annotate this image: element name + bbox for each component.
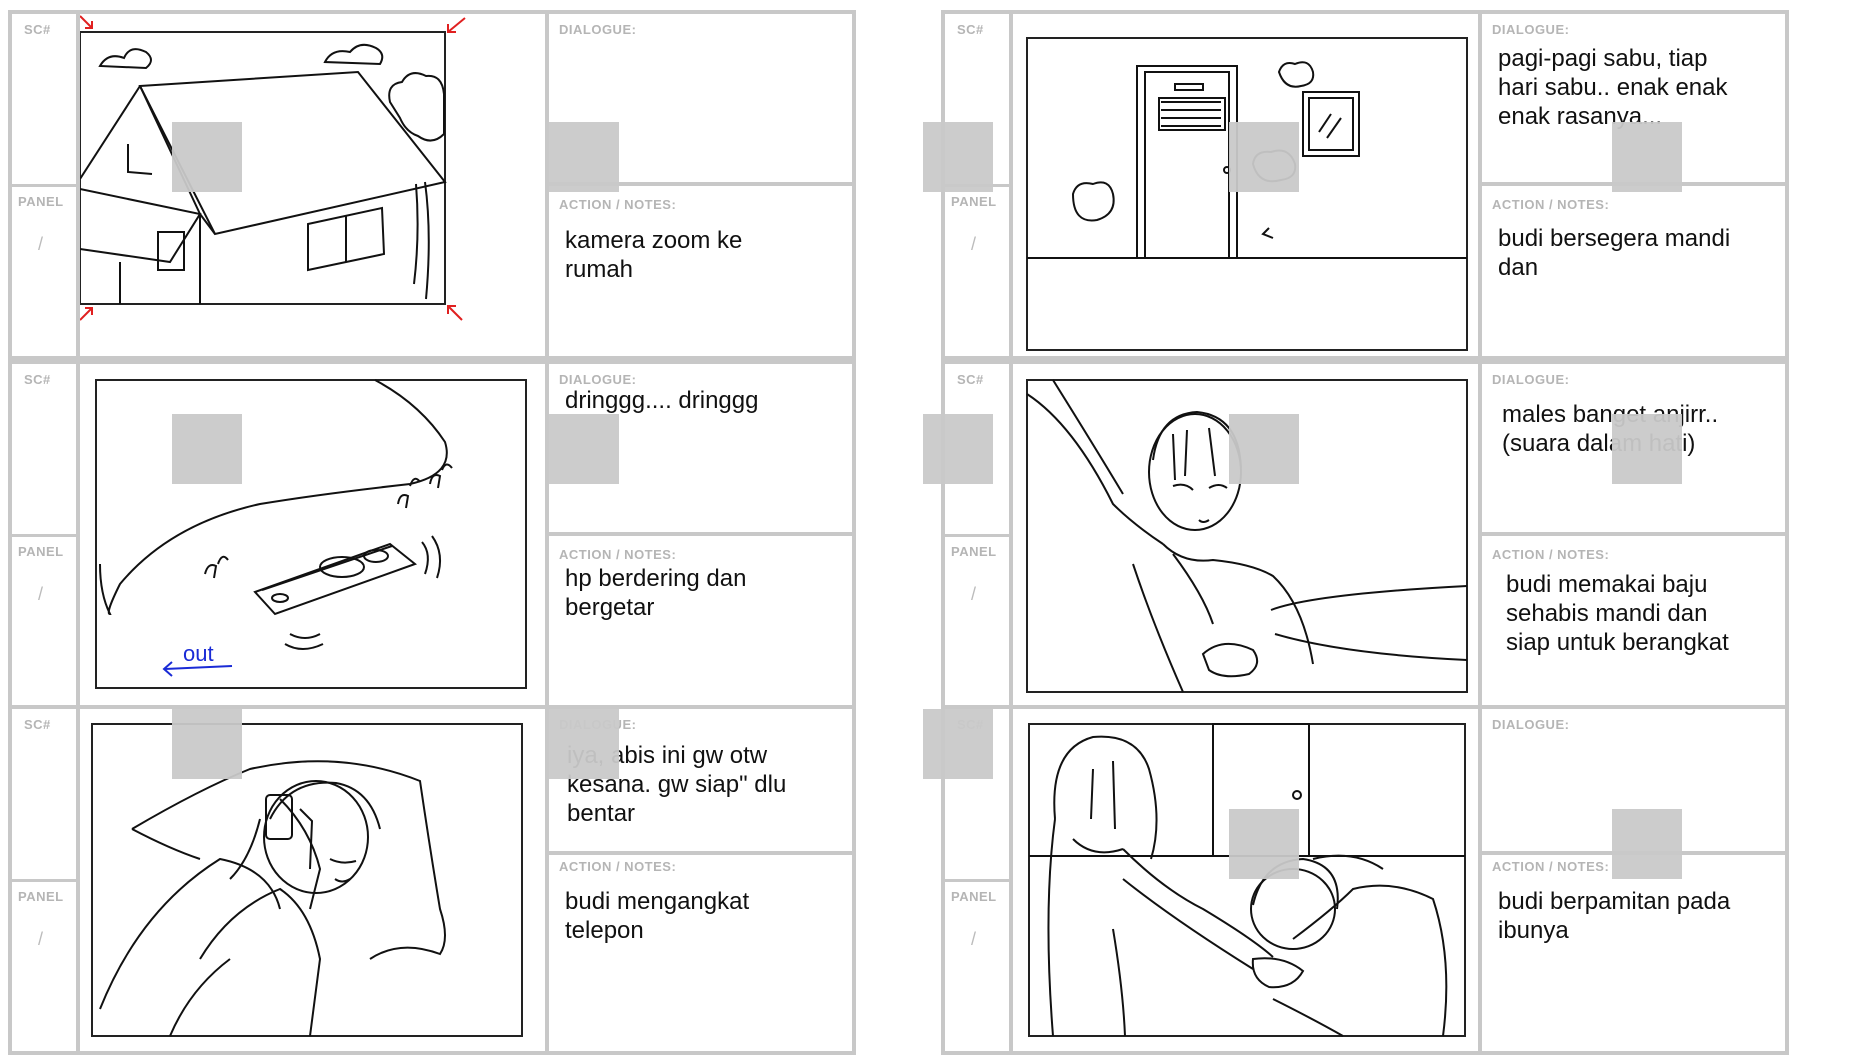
- storyboard-row: SC# PANEL /: [923, 10, 1789, 360]
- storyboard-row: SC# PANEL /: [8, 10, 856, 360]
- notes-column: DIALOGUE: ACTION / NOTES: budi berpamita…: [1478, 709, 1789, 1051]
- placeholder-swatch: [172, 414, 242, 484]
- notes-column: DIALOGUE: dringgg.... dringgg ACTION / N…: [545, 364, 856, 706]
- sketch-frame-house: [80, 14, 545, 356]
- scene-label: SC#: [957, 372, 984, 387]
- action-notes-label: ACTION / NOTES:: [1492, 197, 1610, 212]
- sketch-frame-farewell: [923, 709, 1478, 1051]
- panel-label: PANEL: [18, 544, 64, 559]
- notes-column: DIALOGUE: males banget anjirr.. (suara d…: [1478, 364, 1789, 706]
- dialogue-label: DIALOGUE:: [559, 22, 637, 37]
- divider: [945, 879, 1009, 882]
- notes-column: DIALOGUE: ACTION / NOTES: kamera zoom ke…: [545, 14, 856, 356]
- placeholder-swatch: [1612, 414, 1682, 484]
- scene-label: SC#: [24, 22, 51, 37]
- placeholder-swatch: [1229, 122, 1299, 192]
- panel-label: PANEL: [951, 194, 997, 209]
- placeholder-swatch: [1229, 809, 1299, 879]
- panel-number: /: [38, 584, 44, 604]
- dialogue-text: dringgg.... dringgg: [565, 387, 759, 414]
- action-notes-label: ACTION / NOTES:: [559, 197, 677, 212]
- action-text: budi bersegera mandi dan: [1498, 225, 1731, 281]
- placeholder-swatch: [1229, 414, 1299, 484]
- placeholder-swatch: [923, 709, 993, 779]
- placeholder-swatch: [1612, 122, 1682, 192]
- scene-label: SC#: [24, 372, 51, 387]
- placeholder-swatch: [549, 122, 619, 192]
- storyboard-row: SC# PANEL /: [8, 360, 856, 710]
- panel-number: /: [38, 234, 44, 254]
- sketch-frame-bed: [80, 709, 545, 1051]
- storyboard-sheet-left: SC# PANEL / DIALOGUE: ACTION / NOTES: ka…: [0, 0, 868, 1055]
- divider: [549, 532, 856, 536]
- scene-label: SC#: [24, 717, 51, 732]
- placeholder-swatch: [549, 414, 619, 484]
- action-notes-label: ACTION / NOTES:: [1492, 859, 1610, 874]
- house-sketch: [80, 15, 466, 321]
- action-text: hp berdering dan bergetar: [565, 565, 747, 621]
- phone-sketch: out: [95, 379, 527, 689]
- panel-number: /: [971, 234, 977, 254]
- dialogue-label: DIALOGUE:: [1492, 372, 1570, 387]
- placeholder-swatch: [1612, 809, 1682, 879]
- scene-label: SC#: [957, 22, 984, 37]
- panel-number: /: [38, 929, 44, 949]
- divider: [12, 879, 76, 882]
- divider: [12, 184, 76, 187]
- action-notes-label: ACTION / NOTES:: [559, 859, 677, 874]
- action-notes-label: ACTION / NOTES:: [559, 547, 677, 562]
- placeholder-swatch: [923, 414, 993, 484]
- scene-column: SC# PANEL /: [12, 364, 80, 706]
- bed-sketch: [91, 723, 523, 1037]
- action-text: budi berpamitan pada ibunya: [1498, 888, 1731, 944]
- storyboard-row: SC# PANEL /: [923, 360, 1789, 710]
- farewell-sketch: [1028, 723, 1466, 1037]
- action-text: kamera zoom ke rumah: [565, 227, 743, 283]
- scene-column: SC# PANEL /: [12, 14, 80, 356]
- panel-number: /: [971, 584, 977, 604]
- divider: [12, 534, 76, 537]
- action-notes-label: ACTION / NOTES:: [1492, 547, 1610, 562]
- storyboard-row: SC# PANEL /: [8, 705, 856, 1055]
- sketch-frame-dressing: [923, 364, 1478, 706]
- dialogue-label: DIALOGUE:: [1492, 22, 1570, 37]
- notes-column: DIALOGUE: pagi-pagi sabu, tiap hari sabu…: [1478, 14, 1789, 356]
- placeholder-swatch: [923, 122, 993, 192]
- dialogue-label: DIALOGUE:: [1492, 717, 1570, 732]
- action-text: budi memakai baju sehabis mandi dan siap…: [1506, 571, 1729, 656]
- panel-number: /: [971, 929, 977, 949]
- out-annotation: out: [183, 641, 214, 666]
- placeholder-swatch: [172, 122, 242, 192]
- dialogue-label: DIALOGUE:: [559, 372, 637, 387]
- divider: [549, 851, 856, 855]
- storyboard-row: SC# PANEL /: [923, 705, 1789, 1055]
- divider: [1482, 532, 1789, 536]
- panel-label: PANEL: [18, 889, 64, 904]
- panel-label: PANEL: [951, 544, 997, 559]
- notes-column: DIALOGUE: iya, abis ini gw otw kesana. g…: [545, 709, 856, 1051]
- placeholder-swatch: [549, 709, 619, 779]
- sketch-frame-door: [923, 14, 1478, 356]
- action-text: budi mengangkat telepon: [565, 888, 750, 944]
- panel-label: PANEL: [951, 889, 997, 904]
- scene-column: SC# PANEL /: [12, 709, 80, 1051]
- placeholder-swatch: [172, 709, 242, 779]
- storyboard-sheet-right: SC# PANEL / DIALOGUE: pagi-pagi sabu, ti…: [923, 0, 1801, 1055]
- sketch-frame-phone: out: [80, 364, 545, 706]
- divider: [945, 534, 1009, 537]
- dialogue-text: pagi-pagi sabu, tiap hari sabu.. enak en…: [1498, 45, 1728, 130]
- panel-label: PANEL: [18, 194, 64, 209]
